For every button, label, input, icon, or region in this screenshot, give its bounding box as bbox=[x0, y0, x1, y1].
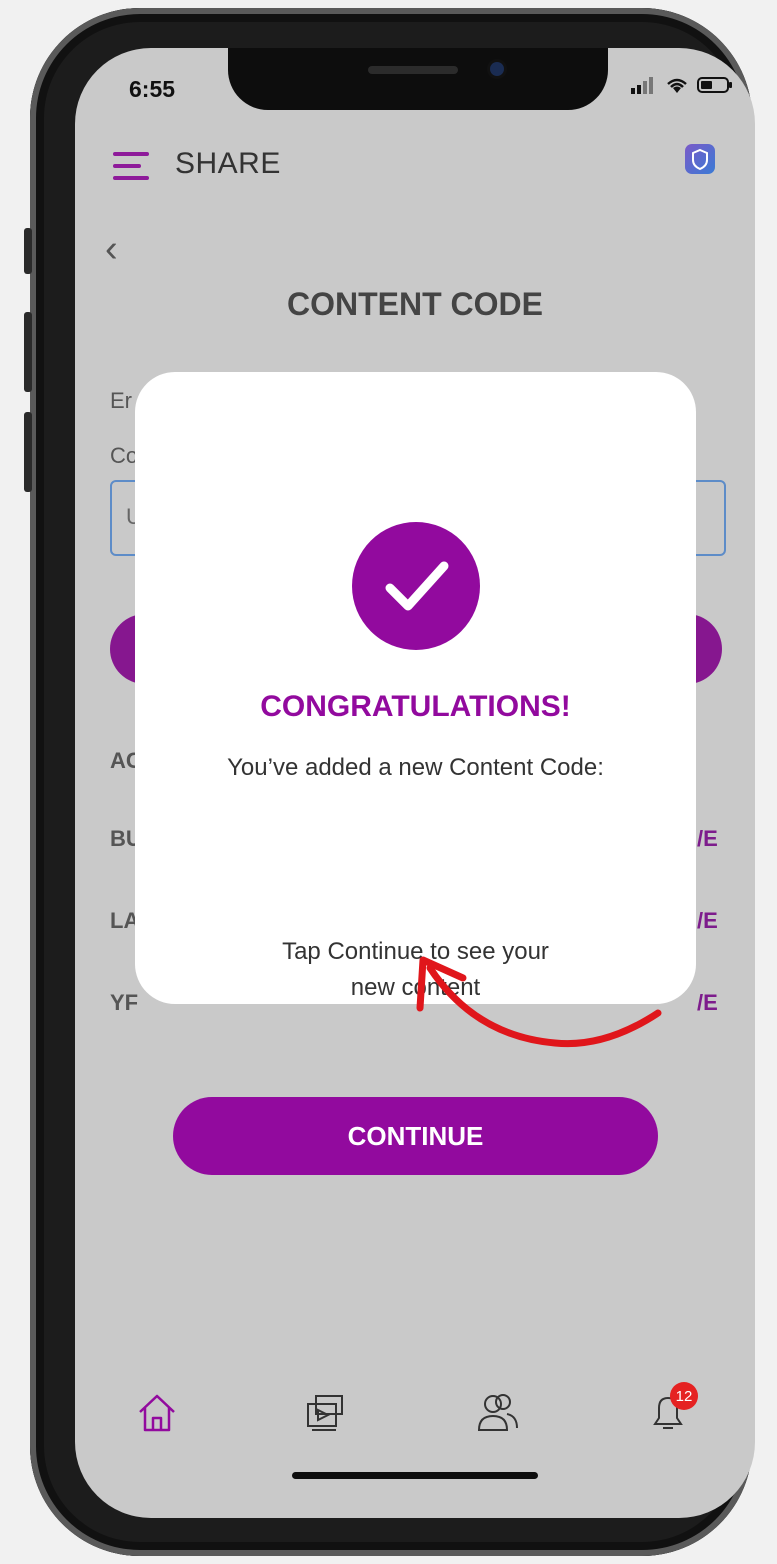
annotation-arrow-icon bbox=[416, 956, 662, 1048]
people-icon bbox=[477, 1394, 518, 1431]
home-icon bbox=[139, 1394, 175, 1432]
tab-people[interactable] bbox=[473, 1388, 523, 1438]
tab-media[interactable] bbox=[300, 1388, 350, 1438]
screen: 6:55 SHARE ‹ CONTENT CODE Er Co U AC BU … bbox=[75, 48, 755, 1518]
side-button bbox=[24, 312, 32, 392]
tab-bar: 12 bbox=[75, 1382, 755, 1448]
side-button bbox=[24, 228, 32, 274]
side-button bbox=[24, 412, 32, 492]
tab-home[interactable] bbox=[132, 1388, 182, 1438]
home-indicator[interactable] bbox=[292, 1472, 538, 1479]
tab-notifications[interactable]: 12 bbox=[643, 1382, 698, 1438]
notification-count-badge: 12 bbox=[670, 1382, 698, 1410]
media-icon bbox=[307, 1395, 343, 1431]
